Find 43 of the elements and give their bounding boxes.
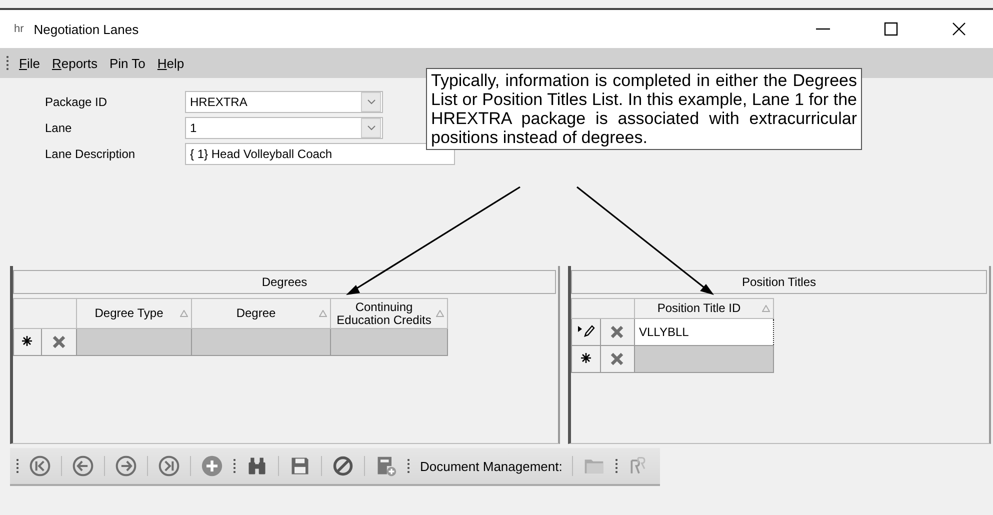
field-label: Lane Description: [45, 147, 136, 161]
dropdown-field[interactable]: HREXTRA: [185, 91, 383, 113]
app-icon: hr: [14, 23, 24, 35]
column-header[interactable]: Degree Type: [76, 298, 192, 328]
add-icon[interactable]: [201, 455, 223, 477]
menu-item[interactable]: Help: [155, 54, 186, 72]
delete-icon[interactable]: [50, 334, 67, 350]
chevron-icon[interactable]: [366, 99, 376, 105]
column-header[interactable]: Continuing Education Credits: [330, 298, 448, 328]
toolbar-label: Document Management:: [420, 458, 562, 474]
panel-header: Degrees: [13, 270, 556, 294]
previous-record-icon[interactable]: [72, 455, 94, 477]
sort-icon: [436, 310, 444, 316]
field-label: Lane: [45, 121, 73, 135]
new-row-icon: [21, 334, 34, 346]
binoculars-icon[interactable]: [246, 455, 268, 477]
maximize-icon[interactable]: [883, 21, 899, 37]
callout-note: Typically, information is completed in either the Degrees List or Position Titles List. In this example, Lane 1 for the HREXTRA package is associated with extracurricular positions instead of degrees.: [426, 68, 862, 150]
new-row-icon: [580, 352, 592, 364]
sort-icon: [319, 310, 327, 316]
delete-icon[interactable]: [609, 351, 626, 367]
delete-icon[interactable]: [609, 324, 626, 340]
save-new-icon[interactable]: [375, 455, 397, 477]
table-cell[interactable]: VLLYBLL: [634, 318, 774, 346]
sort-icon: [180, 310, 188, 316]
field-label: Package ID: [45, 95, 108, 109]
edit-row-icon: [576, 324, 595, 338]
next-record-icon[interactable]: [115, 455, 137, 477]
last-record-icon[interactable]: [158, 455, 180, 477]
first-record-icon[interactable]: [29, 455, 51, 477]
column-header[interactable]: Degree: [192, 298, 330, 328]
dropdown-field[interactable]: 1: [185, 117, 383, 139]
close-icon[interactable]: [951, 21, 967, 37]
save-icon[interactable]: [289, 455, 311, 477]
menu-item[interactable]: Reports: [50, 54, 100, 72]
menu-item[interactable]: File: [17, 54, 42, 72]
panel-header: Position Titles: [571, 270, 987, 294]
sort-icon: [762, 304, 770, 312]
chevron-icon[interactable]: [366, 125, 376, 131]
cancel-icon[interactable]: [332, 455, 354, 477]
menu-item[interactable]: Pin To: [108, 54, 148, 72]
column-header[interactable]: Position Title ID: [634, 298, 774, 318]
window-title: Negotiation Lanes: [34, 22, 139, 36]
